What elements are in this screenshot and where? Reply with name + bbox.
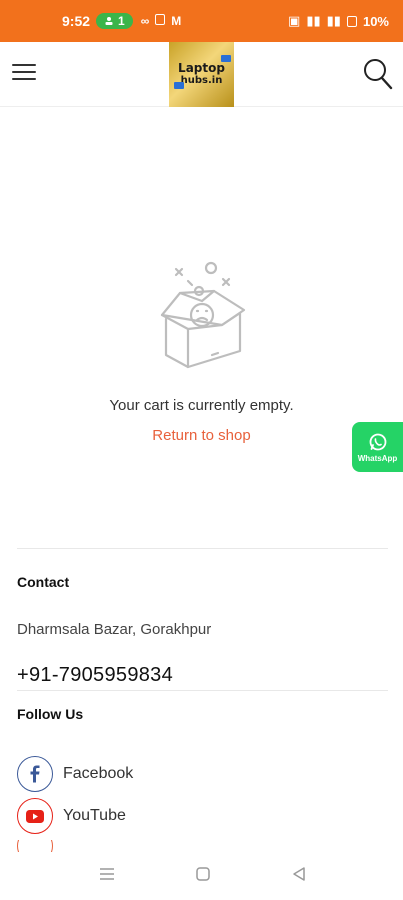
- social-item-partial[interactable]: [17, 840, 63, 852]
- search-button[interactable]: [362, 57, 394, 91]
- back-button[interactable]: [291, 866, 307, 887]
- laptop-icon: [221, 55, 231, 62]
- battery-percent: 10%: [362, 13, 389, 29]
- gmail-icon: M: [171, 14, 182, 28]
- contact-address: Dharmsala Bazar, Gorakhpur: [17, 621, 212, 638]
- empty-cart-section: Your cart is currently empty. Return to …: [0, 255, 403, 445]
- battery-icon: [346, 15, 357, 27]
- hamburger-icon: [12, 64, 36, 66]
- whatsapp-icon: [369, 433, 386, 450]
- site-logo[interactable]: Laptop hubs.in: [169, 42, 234, 107]
- footer-divider: [17, 690, 388, 691]
- site-header: Laptop hubs.in: [0, 42, 403, 107]
- follow-us-heading: Follow Us: [17, 706, 84, 722]
- laptop-icon: [174, 82, 184, 89]
- back-icon: [293, 867, 305, 881]
- empty-box-icon: [160, 261, 245, 369]
- contact-heading: Contact: [17, 574, 70, 590]
- menu-button[interactable]: [12, 64, 36, 82]
- home-icon: [196, 867, 210, 881]
- empty-cart-message: Your cart is currently empty.: [109, 397, 294, 414]
- facebook-icon: [30, 765, 40, 783]
- recent-apps-button[interactable]: [99, 866, 115, 887]
- youtube-icon-circle: [17, 798, 53, 834]
- app-notification-icon: [155, 14, 166, 25]
- facebook-link[interactable]: Facebook: [17, 756, 133, 792]
- person-icon: [105, 17, 113, 25]
- home-button[interactable]: [195, 866, 211, 887]
- status-bar: 9:52 1 ∞ M ▣ ▮▮ ▮▮ 10%: [0, 0, 403, 42]
- footer-divider: [17, 548, 388, 549]
- status-notification-pill: 1: [96, 13, 133, 29]
- social-icon-circle: [17, 840, 53, 852]
- logo-text-line2: hubs.in: [180, 75, 223, 86]
- signal-icon: ▮▮: [306, 13, 321, 28]
- system-nav-bar: [0, 852, 403, 900]
- facebook-icon-circle: [17, 756, 53, 792]
- facebook-label: Facebook: [63, 765, 134, 782]
- youtube-label: YouTube: [63, 807, 126, 824]
- recent-apps-icon: [100, 868, 114, 880]
- signal-2-icon: ▮▮: [326, 13, 341, 28]
- status-pill-count: 1: [118, 14, 125, 28]
- whatsapp-button[interactable]: WhatsApp: [352, 422, 403, 472]
- youtube-icon: [26, 809, 44, 823]
- youtube-link[interactable]: YouTube: [17, 798, 126, 834]
- search-icon: [364, 59, 393, 90]
- status-time: 9:52: [62, 13, 91, 29]
- infinity-icon: ∞: [140, 14, 150, 28]
- logo-text-line1: Laptop: [178, 61, 225, 75]
- contact-phone[interactable]: +91-7905959834: [17, 664, 173, 687]
- vibrate-icon: ▣: [288, 13, 301, 28]
- whatsapp-label: WhatsApp: [357, 453, 398, 463]
- return-to-shop-link[interactable]: Return to shop: [152, 427, 250, 444]
